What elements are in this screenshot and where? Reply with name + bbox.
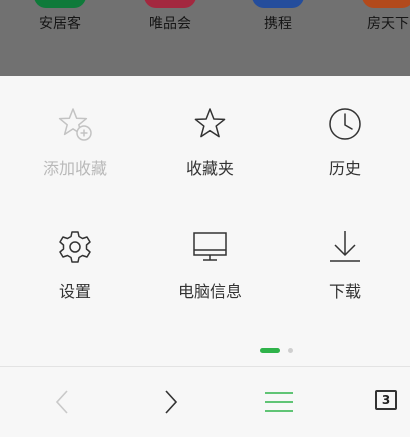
chevron-right-icon (165, 390, 178, 414)
menu-item-label: 电脑信息 (177, 282, 242, 301)
shortcut-label: 房天下 (367, 16, 409, 32)
bottom-toolbar: 3 (0, 367, 410, 437)
menu-item-label: 添加收藏 (42, 159, 107, 178)
shortcut-ctrip[interactable]: 携程 (228, 0, 328, 76)
star-icon (194, 108, 226, 138)
gear-icon (59, 231, 91, 263)
shortcut-vipshop[interactable]: 唯品会 (120, 0, 220, 76)
menu-item-label: 历史 (328, 159, 361, 178)
menu-history[interactable]: 历史 (285, 106, 405, 206)
star-plus-icon (58, 108, 92, 141)
menu-pc-info[interactable]: 电脑信息 (150, 229, 270, 329)
forward-button[interactable] (141, 367, 201, 437)
menu-button[interactable] (249, 367, 309, 437)
page-dot[interactable] (288, 348, 293, 353)
shortcut-label: 唯品会 (149, 16, 191, 32)
tabs-button[interactable]: 3 (356, 367, 410, 437)
monitor-icon (193, 232, 227, 261)
browser-menu-panel: 添加收藏 收藏夹 历史 设置 电脑信息 下载 (0, 76, 410, 366)
menu-item-label: 设置 (58, 282, 91, 301)
shortcut-fang[interactable]: 房天下 (338, 0, 410, 76)
chevron-left-icon (55, 390, 68, 414)
menu-downloads[interactable]: 下载 (285, 229, 405, 329)
download-icon (330, 231, 360, 262)
clock-icon (329, 108, 361, 140)
shortcut-bar: 安居客 唯品会 携程 房天下 (0, 0, 410, 76)
shortcut-anjuke[interactable]: 安居客 (10, 0, 110, 76)
vipshop-app-icon (144, 0, 196, 8)
fang-app-icon (362, 0, 410, 8)
page-indicator (0, 348, 410, 354)
page-dot-active (260, 348, 280, 353)
tab-count-badge: 3 (375, 390, 397, 410)
menu-add-bookmark[interactable]: 添加收藏 (15, 106, 135, 206)
ctrip-app-icon (252, 0, 304, 8)
back-button[interactable] (32, 367, 92, 437)
menu-settings[interactable]: 设置 (15, 229, 135, 329)
menu-bookmarks[interactable]: 收藏夹 (150, 106, 270, 206)
anjuke-app-icon (34, 0, 86, 8)
menu-item-label: 下载 (328, 282, 361, 301)
shortcut-label: 安居客 (39, 16, 81, 32)
shortcut-label: 携程 (264, 16, 292, 32)
hamburger-menu-icon (265, 392, 293, 412)
menu-item-label: 收藏夹 (185, 159, 234, 178)
